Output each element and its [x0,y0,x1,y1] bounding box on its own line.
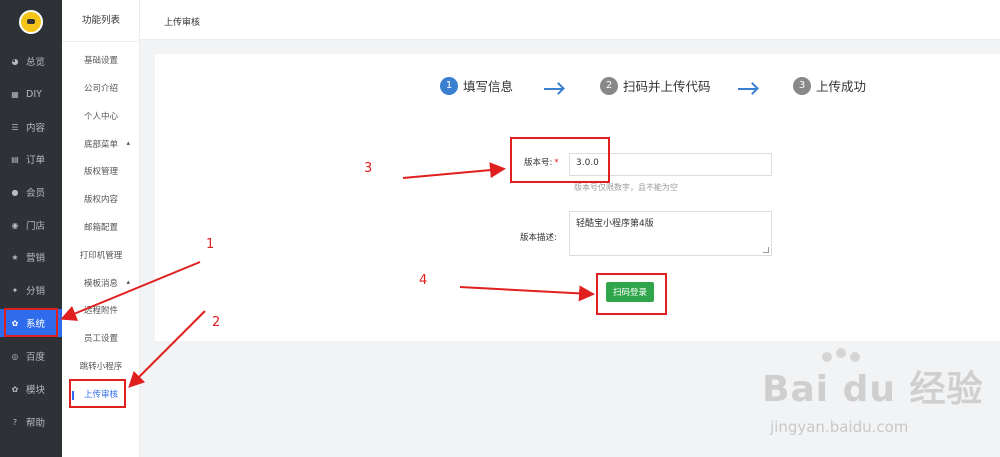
sidebar-item-label: DIY [26,88,42,100]
order-icon: ▤ [11,154,19,164]
step-1: 1 填写信息 [440,76,513,95]
submenu-item-label: 个人中心 [83,112,118,122]
app-logo[interactable] [19,10,43,34]
annotation-box-button [596,273,667,315]
sidebar-item-6[interactable]: ★ 营销 [0,243,62,271]
annotation-number-2: 2 [212,315,221,330]
watermark-logo: Bai du 经验 [762,369,984,410]
sidebar-item-label: 会员 [26,188,46,199]
description-textarea[interactable]: 轻酷宝小程序第4版 [569,211,772,256]
submenu-item-label: 版权内容 [83,195,118,205]
submenu-item-10[interactable]: 员工设置 [62,328,140,350]
sidebar-item-label: 分销 [26,286,46,297]
sidebar-item-1[interactable]: ▦ DIY [0,80,62,108]
submenu-item-5[interactable]: 版权内容 [62,189,140,211]
sidebar-item-7[interactable]: ✦ 分销 [0,276,62,304]
step-2-label: 扫码并上传代码 [623,79,711,94]
submenu-item-9[interactable]: 远程附件 [62,300,140,322]
users-icon: ✦ [11,285,19,295]
upload-panel [155,54,1000,341]
submenu-item-label: 版权管理 [83,167,118,177]
submenu-item-label: 模板消息 [83,279,118,289]
resize-handle-icon[interactable] [763,247,769,253]
submenu-item-label: 底部菜单 [83,140,118,150]
sidebar-item-label: 订单 [26,155,46,166]
annotation-number-1: 1 [206,237,215,252]
sidebar-item-2[interactable]: ☰ 内容 [0,113,62,141]
page-title: 上传审核 [164,18,201,28]
caret-icon: ▴ [126,278,130,286]
step-3-number: 3 [793,76,811,95]
submenu-title: 功能列表 [62,0,140,42]
submenu-item-6[interactable]: 邮箱配置 [62,217,140,239]
submenu-item-label: 邮箱配置 [83,223,118,233]
submenu-item-8[interactable]: 模板消息 ▴ [62,273,140,295]
sidebar-item-5[interactable]: ◉ 门店 [0,211,62,239]
description-text: 轻酷宝小程序第4版 [576,219,654,229]
annotation-box-version [510,137,610,183]
submenu-item-1[interactable]: 公司介绍 [62,78,140,100]
submenu-item-7[interactable]: 打印机管理 [62,245,140,267]
submenu-item-label: 跳转小程序 [79,362,123,372]
sidebar-item-label: 百度 [26,352,46,363]
step-2-number: 2 [600,76,618,95]
annotation-number-4: 4 [419,273,428,288]
submenu-item-label: 基础设置 [83,56,118,66]
step-arrow-icon [544,88,562,90]
sidebar-item-3[interactable]: ▤ 订单 [0,145,62,173]
description-label: 版本描述: [520,233,557,243]
sidebar-item-4[interactable]: ● 会员 [0,178,62,206]
submenu-item-label: 远程附件 [83,306,118,316]
annotation-box-system [4,308,58,337]
sidebar-item-label: 门店 [26,221,46,232]
version-hint: 版本号仅限数字，且不能为空 [574,183,678,192]
submenu-item-3[interactable]: 底部菜单 ▴ [62,134,140,156]
sidebar-item-label: 营销 [26,253,46,264]
step-3-label: 上传成功 [816,79,867,94]
step-2: 2 扫码并上传代码 [600,76,711,95]
watermark-url: jingyan.baidu.com [770,418,909,436]
baidu-watermark: Bai du 经验 jingyan.baidu.com [762,346,992,451]
main-sidebar: ◕ 总览 ▦ DIY ☰ 内容 ▤ 订单 ● 会员 ◉ 门店 ★ 营销 ✦ 分销 ✿ 系统 ◎ 百度 ✿ 模块? 帮助 [0,0,62,457]
help-icon: ? [12,417,18,427]
caret-icon: ▴ [126,139,130,147]
layout-icon: ▦ [11,89,19,99]
annotation-number-3: 3 [364,161,373,176]
location-icon: ◉ [11,220,19,230]
sidebar-item-label: 帮助 [26,418,46,429]
submenu-item-0[interactable]: 基础设置 [62,50,140,72]
list-icon: ☰ [11,122,19,132]
user-icon: ● [11,187,19,197]
baidu-icon: ◎ [11,351,19,361]
submenu-item-4[interactable]: 版权管理 [62,161,140,183]
sidebar-item-label: 总览 [26,57,46,68]
sidebar-item-11[interactable]: ? 帮助 [0,408,62,436]
paw-icon [836,348,846,358]
chart-pie-icon: ◕ [11,56,19,66]
sidebar-item-9[interactable]: ◎ 百度 [0,342,62,370]
submenu-item-2[interactable]: 个人中心 [62,106,140,128]
sidebar-item-10[interactable]: ✿ 模块 [0,375,62,403]
step-1-label: 填写信息 [463,79,514,94]
submenu-item-11[interactable]: 跳转小程序 [62,356,140,378]
submenu-item-label: 公司介绍 [83,84,118,94]
submenu-item-label: 员工设置 [83,334,118,344]
step-3: 3 上传成功 [793,76,866,95]
sidebar-item-0[interactable]: ◕ 总览 [0,47,62,75]
submenu-item-label: 打印机管理 [79,251,123,261]
star-icon: ★ [11,252,19,262]
module-icon: ✿ [11,384,19,394]
sidebar-item-label: 内容 [26,123,46,134]
step-arrow-icon [738,88,756,90]
annotation-box-upload [69,379,126,408]
top-bar: 上传审核 [140,0,1000,40]
sidebar-item-label: 模块 [26,385,46,396]
step-1-number: 1 [440,76,458,95]
